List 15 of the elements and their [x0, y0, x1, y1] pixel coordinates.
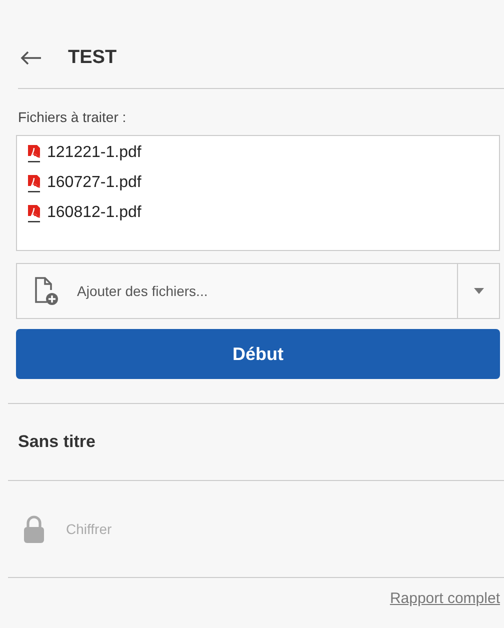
pdf-file-icon — [25, 204, 43, 222]
section-title: Sans titre — [17, 431, 96, 453]
file-name[interactable]: 121221-1.pdf — [47, 144, 142, 162]
start-button[interactable]: Début — [16, 329, 500, 379]
caret-icon — [474, 288, 484, 294]
file-name[interactable]: 160812-1.pdf — [47, 204, 142, 222]
lock-icon — [24, 515, 44, 543]
back-arrow-icon[interactable] — [20, 51, 42, 65]
page-title: TEST — [68, 47, 117, 69]
pdf-file-icon — [25, 144, 43, 162]
add-file-icon — [33, 276, 59, 306]
full-report-link[interactable]: Rapport complet — [390, 590, 500, 607]
file-name[interactable]: 160727-1.pdf — [47, 174, 142, 192]
pdf-file-icon — [25, 174, 43, 192]
files-label: Fichiers à traiter : — [18, 109, 128, 125]
